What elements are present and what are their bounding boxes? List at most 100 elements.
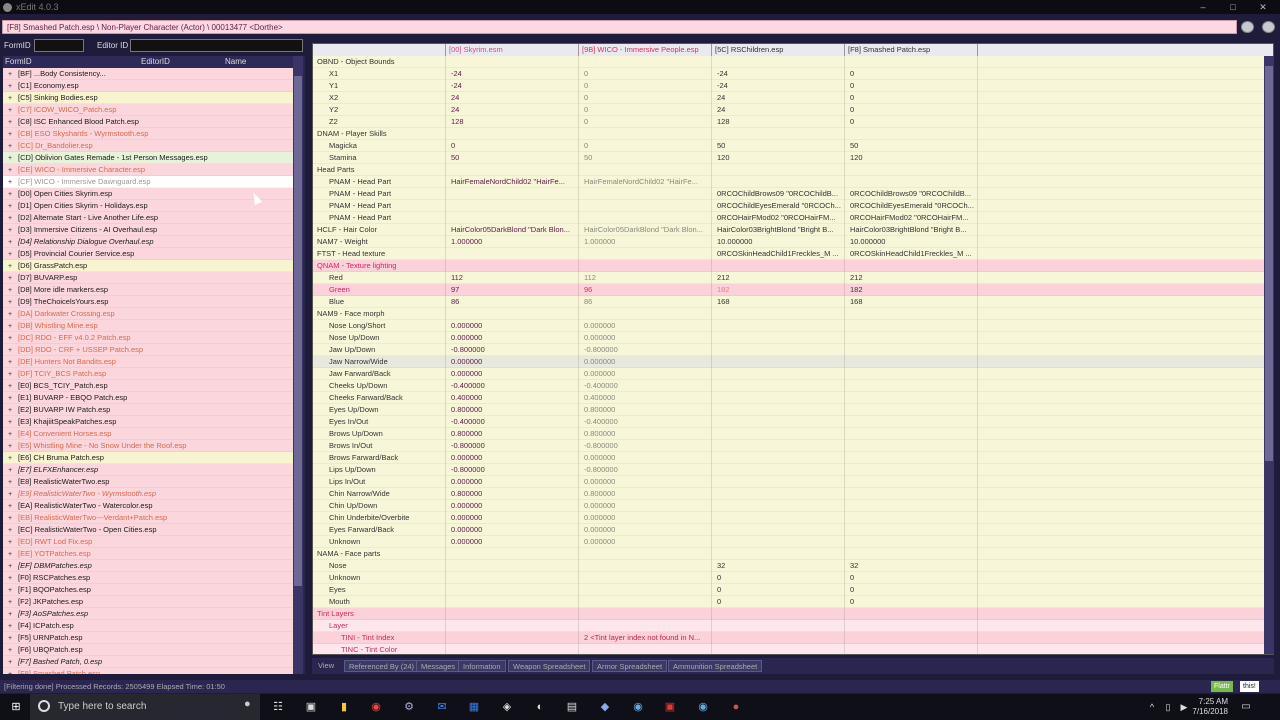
- grid-cell[interactable]: 168: [845, 296, 978, 308]
- grid-col-smashed-patch[interactable]: [F8] Smashed Patch.esp: [845, 44, 978, 56]
- plugin-row[interactable]: + [E8] RealisticWaterTwo.esp: [3, 476, 293, 488]
- grid-cell[interactable]: 0.000000: [446, 452, 579, 464]
- grid-cell[interactable]: 50: [845, 140, 978, 152]
- grid-cell[interactable]: [446, 212, 579, 224]
- grid-cell[interactable]: [579, 620, 712, 632]
- plugin-row[interactable]: + [C5] Sinking Bodies.esp: [3, 92, 293, 104]
- grid-cell[interactable]: [579, 200, 712, 212]
- grid-row[interactable]: Nose Up/Down 0.000000 0.000000: [313, 332, 1273, 344]
- grid-cell[interactable]: [845, 488, 978, 500]
- minimize-button[interactable]: –: [1188, 0, 1218, 14]
- grid-cell[interactable]: [845, 620, 978, 632]
- network-icon[interactable]: ▯: [1160, 699, 1176, 715]
- clock-time[interactable]: 7:25 AM: [1190, 697, 1228, 706]
- grid-row[interactable]: QNAM - Texture lighting: [313, 260, 1273, 272]
- grid-cell[interactable]: [579, 188, 712, 200]
- plugin-row[interactable]: + [F5] URNPatch.esp: [3, 632, 293, 644]
- plugin-row[interactable]: + [CE] WICO - Immersive Character.esp: [3, 164, 293, 176]
- grid-row[interactable]: Brows Up/Down 0.800000 0.800000: [313, 428, 1273, 440]
- grid-cell[interactable]: [845, 404, 978, 416]
- app-icon-6[interactable]: ◈: [499, 699, 515, 715]
- grid-cell[interactable]: 0.000000: [579, 512, 712, 524]
- grid-cell[interactable]: 0.000000: [579, 320, 712, 332]
- grid-cell[interactable]: [446, 308, 579, 320]
- grid-cell[interactable]: [446, 188, 579, 200]
- plugin-row[interactable]: + [ED] RWT Lod Fix.esp: [3, 536, 293, 548]
- grid-row[interactable]: NAM9 - Face morph: [313, 308, 1273, 320]
- grid-cell[interactable]: 97: [446, 284, 579, 296]
- plugin-row[interactable]: + [D2] Alternate Start - Live Another Lif…: [3, 212, 293, 224]
- grid-cell[interactable]: -24: [712, 80, 845, 92]
- grid-row[interactable]: Jaw Narrow/Wide 0.000000 0.000000: [313, 356, 1273, 368]
- grid-cell[interactable]: 0: [579, 140, 712, 152]
- grid-cell[interactable]: HairFemaleNordChild02 "HairFe...: [446, 176, 579, 188]
- grid-cell[interactable]: [712, 440, 845, 452]
- grid-cell[interactable]: -0.400000: [579, 380, 712, 392]
- plugin-row[interactable]: + [CD] Oblivion Gates Remade - 1st Person…: [3, 152, 293, 164]
- grid-cell[interactable]: 0: [845, 104, 978, 116]
- grid-cell[interactable]: 0RCOSkinHeadChild1Freckles_M ...: [712, 248, 845, 260]
- chrome-icon[interactable]: ◉: [368, 699, 384, 715]
- file-explorer-icon[interactable]: ▮: [336, 699, 352, 715]
- grid-cell[interactable]: 0.000000: [579, 524, 712, 536]
- grid-cell[interactable]: 50: [579, 152, 712, 164]
- column-editorid[interactable]: EditorID: [141, 57, 221, 66]
- plugin-row[interactable]: + [D3] Immersive Citizens - AI Overhaul.e…: [3, 224, 293, 236]
- grid-cell[interactable]: [446, 164, 579, 176]
- grid-row[interactable]: Y2 24 0 24 0: [313, 104, 1273, 116]
- grid-cell[interactable]: [845, 548, 978, 560]
- grid-cell[interactable]: [579, 608, 712, 620]
- grid-row[interactable]: Y1 -24 0 -24 0: [313, 80, 1273, 92]
- grid-cell[interactable]: HairColor05DarkBlond "Dark Blon...: [446, 224, 579, 236]
- grid-row[interactable]: Red 112 112 212 212: [313, 272, 1273, 284]
- grid-col-skyrim[interactable]: [00] Skyrim.esm: [446, 44, 579, 56]
- grid-cell[interactable]: [845, 260, 978, 272]
- grid-row[interactable]: Stamina 50 50 120 120: [313, 152, 1273, 164]
- grid-row[interactable]: Eyes 0 0: [313, 584, 1273, 596]
- grid-row[interactable]: NAMA - Face parts: [313, 548, 1273, 560]
- grid-cell[interactable]: [712, 488, 845, 500]
- grid-cell[interactable]: -0.800000: [446, 464, 579, 476]
- grid-cell[interactable]: 32: [712, 560, 845, 572]
- plugin-row[interactable]: + [CB] ESO Skyshards - Wyrmstooth.esp: [3, 128, 293, 140]
- grid-cell[interactable]: -0.800000: [446, 344, 579, 356]
- grid-cell[interactable]: [845, 644, 978, 654]
- plugin-row[interactable]: + [D4] Relationship Dialogue Overhaul.esp: [3, 236, 293, 248]
- grid-cell[interactable]: [446, 128, 579, 140]
- plugin-row[interactable]: + [D1] Open Cities Skyrim - Holidays.esp: [3, 200, 293, 212]
- app-icon-10[interactable]: ◉: [630, 699, 646, 715]
- grid-cell[interactable]: [845, 380, 978, 392]
- grid-row[interactable]: Layer: [313, 620, 1273, 632]
- plugin-row[interactable]: + [F2] JKPatches.esp: [3, 596, 293, 608]
- grid-row[interactable]: DNAM - Player Skills: [313, 128, 1273, 140]
- grid-cell[interactable]: HairFemaleNordChild02 "HairFe...: [579, 176, 712, 188]
- maximize-button[interactable]: □: [1218, 0, 1248, 14]
- grid-scrollbar[interactable]: [1264, 56, 1274, 654]
- plugin-row[interactable]: + [DE] Hunters Not Bandits.esp: [3, 356, 293, 368]
- plugin-row[interactable]: + [D7] BUVARP.esp: [3, 272, 293, 284]
- grid-cell[interactable]: [579, 212, 712, 224]
- grid-cell[interactable]: -24: [446, 68, 579, 80]
- editorid-input[interactable]: [130, 39, 303, 52]
- plugin-row[interactable]: + [EE] YOTPatches.esp: [3, 548, 293, 560]
- grid-cell[interactable]: [712, 344, 845, 356]
- plugin-row[interactable]: + [E3] KhajiitSpeakPatches.esp: [3, 416, 293, 428]
- formid-input[interactable]: [34, 39, 84, 52]
- grid-cell[interactable]: 0: [579, 68, 712, 80]
- back-button[interactable]: [1241, 21, 1254, 33]
- tab-armor-spreadsheet[interactable]: Armor Spreadsheet: [592, 660, 668, 672]
- plugin-row[interactable]: + [D8] More idle markers.esp: [3, 284, 293, 296]
- grid-row[interactable]: Jaw Farward/Back 0.000000 0.000000: [313, 368, 1273, 380]
- grid-cell[interactable]: 0.800000: [579, 404, 712, 416]
- grid-cell[interactable]: 0.400000: [446, 392, 579, 404]
- grid-cell[interactable]: [712, 524, 845, 536]
- app-icon-11[interactable]: ▣: [662, 699, 678, 715]
- grid-cell[interactable]: -24: [446, 80, 579, 92]
- plugin-row[interactable]: + [DA] Darkwater Crossing.esp: [3, 308, 293, 320]
- grid-cell[interactable]: [845, 164, 978, 176]
- grid-cell[interactable]: [845, 308, 978, 320]
- grid-cell[interactable]: 182: [845, 284, 978, 296]
- grid-cell[interactable]: [579, 248, 712, 260]
- navigation-scrollbar-thumb[interactable]: [294, 76, 302, 586]
- grid-cell[interactable]: -0.400000: [446, 380, 579, 392]
